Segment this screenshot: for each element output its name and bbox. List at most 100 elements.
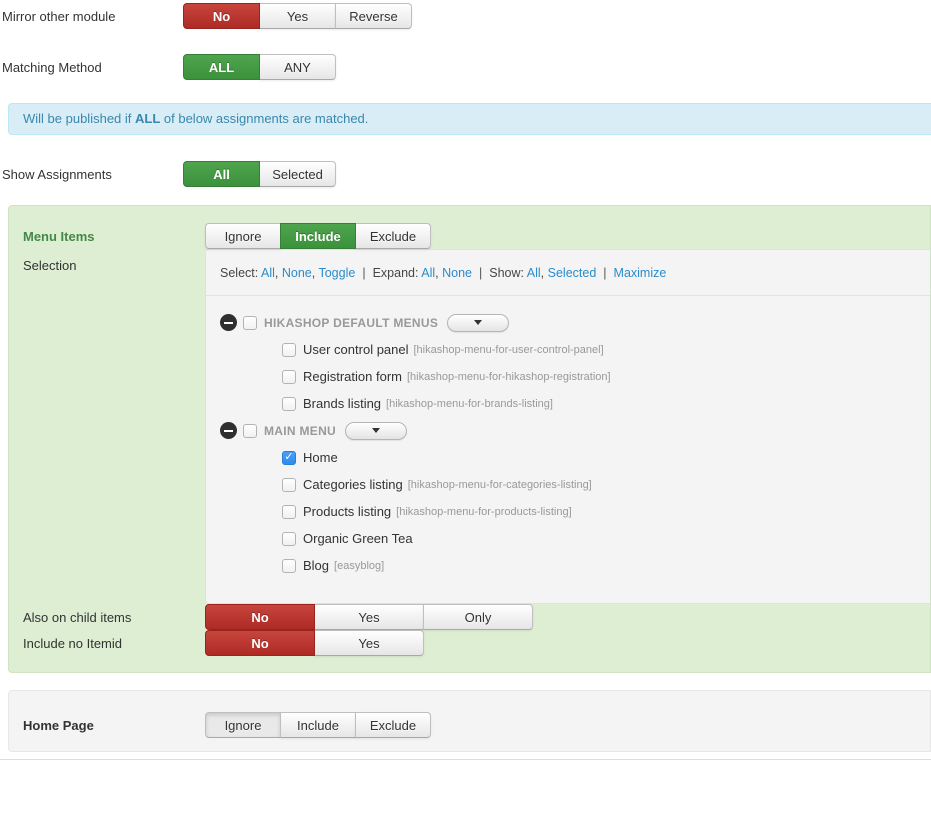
toolbar-link-all[interactable]: All — [527, 266, 541, 280]
show-assignments-label: Show Assignments — [2, 167, 112, 182]
tree-group-row: HIKASHOP DEFAULT MENUS — [220, 313, 916, 332]
tree-item-row: Registration form [hikashop-menu-for-hika… — [282, 367, 916, 386]
toolbar-link-selected[interactable]: Selected — [548, 266, 597, 280]
menu-item-label: Organic Green Tea — [303, 531, 413, 546]
menu-group-label: MAIN MENU — [264, 423, 337, 438]
bottom-divider — [0, 759, 931, 760]
option-no-button[interactable]: No — [183, 3, 260, 29]
menu-item-alias: [hikashop-menu-for-hikashop-registration… — [406, 370, 611, 383]
toolbar-separator: | — [362, 266, 366, 280]
menu-item-label: Blog — [303, 558, 330, 573]
menu-item-label: Products listing — [303, 504, 392, 519]
option-only-button[interactable]: Only — [423, 604, 533, 630]
option-all-button[interactable]: All — [183, 161, 260, 187]
option-no-button[interactable]: No — [205, 630, 315, 656]
tree-item-row: Products listing [hikashop-menu-for-produ… — [282, 502, 916, 521]
checkbox[interactable] — [282, 369, 296, 384]
menu-item-alias: [easyblog] — [334, 559, 385, 572]
toolbar-link-none[interactable]: None — [442, 266, 472, 280]
row-show-assignments: Show Assignments All Selected — [0, 161, 931, 187]
caret-down-icon — [372, 428, 381, 433]
option-yes-button[interactable]: Yes — [259, 3, 336, 29]
alert-text-bold: ALL — [135, 111, 161, 126]
mirror-other-module-label: Mirror other module — [2, 9, 116, 24]
toolbar-group-label: Show: — [489, 266, 527, 280]
row-menu-items: Menu Items Ignore Include Exclude — [23, 223, 930, 249]
row-also-on-child-items: Also on child items No Yes Only — [23, 604, 930, 630]
home-page-buttons: Ignore Include Exclude — [205, 712, 431, 738]
option-ignore-button[interactable]: Ignore — [205, 712, 281, 738]
tree-item-row: User control panel [hikashop-menu-for-use… — [282, 340, 916, 359]
row-matching-method: Matching Method ALL ANY — [0, 54, 931, 80]
row-include-no-itemid: Include no Itemid No Yes — [23, 630, 930, 656]
matching-method-buttons: ALL ANY — [183, 54, 336, 80]
toolbar-link-none[interactable]: None — [282, 266, 312, 280]
also-on-child-items-label: Also on child items — [23, 610, 132, 625]
toolbar-group-label: Select: — [220, 266, 261, 280]
group-actions-dropdown-button[interactable] — [447, 313, 510, 332]
group-actions-dropdown-button[interactable] — [345, 421, 408, 440]
menu-selection-box: Select: All, None, Toggle | Expand: All, N… — [205, 249, 930, 604]
row-home-page: Home Page Ignore Include Exclude — [23, 712, 930, 738]
tree-item-row: Organic Green Tea — [282, 529, 916, 548]
matching-method-label: Matching Method — [2, 60, 102, 75]
checkbox[interactable] — [282, 477, 296, 492]
menu-item-alias: [hikashop-menu-for-products-listing] — [396, 505, 572, 518]
selection-toolbar: Select: All, None, Toggle | Expand: All, N… — [206, 250, 930, 296]
tree-group-row: MAIN MENU — [220, 421, 916, 440]
home-page-title: Home Page — [23, 718, 94, 733]
option-ignore-button[interactable]: Ignore — [205, 223, 281, 249]
menu-item-alias: [hikashop-menu-for-user-control-panel] — [413, 343, 604, 356]
option-yes-button[interactable]: Yes — [314, 630, 424, 656]
option-no-button[interactable]: No — [205, 604, 315, 630]
home-page-panel: Home Page Ignore Include Exclude — [8, 690, 931, 752]
option-exclude-button[interactable]: Exclude — [355, 223, 431, 249]
selection-label: Selection — [23, 258, 77, 273]
collapse-minus-circle-icon[interactable] — [220, 422, 237, 439]
row-selection: Selection Select: All, None, Toggle | Expa… — [23, 249, 930, 604]
option-yes-button[interactable]: Yes — [314, 604, 424, 630]
menu-items-buttons: Ignore Include Exclude — [205, 223, 431, 249]
toolbar-link-maximize[interactable]: Maximize — [614, 266, 667, 280]
menu-item-alias: [hikashop-menu-for-brands-listing] — [386, 397, 553, 410]
toolbar-link-all[interactable]: All — [261, 266, 275, 280]
option-all-button[interactable]: ALL — [183, 54, 260, 80]
menu-item-label: Home — [303, 450, 338, 465]
checkbox[interactable] — [282, 396, 296, 411]
toolbar-link-toggle[interactable]: Toggle — [318, 266, 355, 280]
alert-text-suffix: of below assignments are matched. — [160, 111, 369, 126]
publish-condition-alert: Will be published if ALL of below assign… — [8, 103, 931, 135]
checkbox[interactable] — [282, 342, 296, 357]
menu-item-label: User control panel — [303, 342, 409, 357]
tree-item-row: Brands listing [hikashop-menu-for-brands-… — [282, 394, 916, 413]
checked-checkbox[interactable]: ✓ — [282, 450, 296, 465]
include-no-itemid-buttons: No Yes — [205, 630, 424, 656]
show-assignments-buttons: All Selected — [183, 161, 336, 187]
checkbox[interactable] — [243, 315, 257, 330]
checkbox[interactable] — [282, 558, 296, 573]
also-on-child-items-buttons: No Yes Only — [205, 604, 533, 630]
option-exclude-button[interactable]: Exclude — [355, 712, 431, 738]
menu-item-label: Registration form — [303, 369, 402, 384]
option-include-button[interactable]: Include — [280, 223, 356, 249]
toolbar-separator: | — [603, 266, 607, 280]
option-selected-button[interactable]: Selected — [259, 161, 336, 187]
menu-item-alias: [hikashop-menu-for-categories-listing] — [407, 478, 592, 491]
toolbar-group-label: Expand: — [372, 266, 422, 280]
option-any-button[interactable]: ANY — [259, 54, 336, 80]
caret-down-icon — [474, 320, 483, 325]
toolbar-link-all[interactable]: All — [421, 266, 435, 280]
mirror-other-module-buttons: No Yes Reverse — [183, 3, 412, 29]
option-include-button[interactable]: Include — [280, 712, 356, 738]
checkbox[interactable] — [243, 423, 257, 438]
tree-item-row: Blog [easyblog] — [282, 556, 916, 575]
tree-item-row: ✓ Home — [282, 448, 916, 467]
checkbox[interactable] — [282, 531, 296, 546]
collapse-minus-circle-icon[interactable] — [220, 314, 237, 331]
tree-item-row: Categories listing [hikashop-menu-for-cat… — [282, 475, 916, 494]
menu-tree: HIKASHOP DEFAULT MENUS User control panel… — [206, 296, 930, 603]
option-reverse-button[interactable]: Reverse — [335, 3, 412, 29]
menu-item-label: Categories listing — [303, 477, 403, 492]
checkbox[interactable] — [282, 504, 296, 519]
alert-text-prefix: Will be published if — [23, 111, 135, 126]
